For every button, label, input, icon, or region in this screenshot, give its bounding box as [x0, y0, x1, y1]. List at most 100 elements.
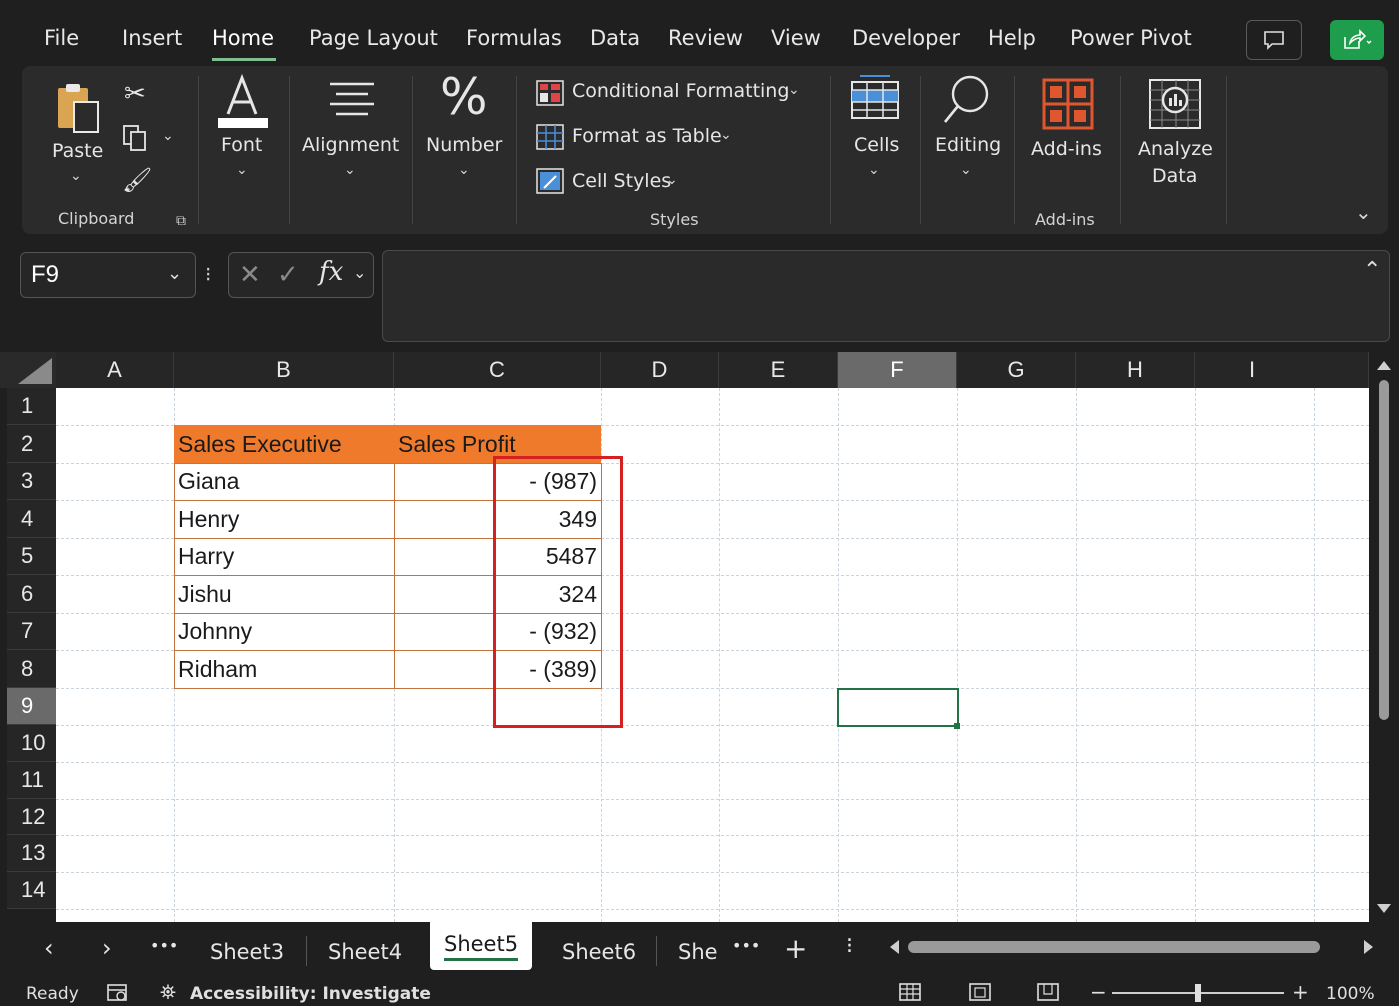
vertical-scrollbar[interactable]	[1369, 352, 1399, 922]
menu-help[interactable]: Help	[988, 26, 1036, 50]
copy-button[interactable]	[122, 124, 148, 157]
tab-sheet5[interactable]: Sheet5	[430, 922, 533, 970]
addins-button[interactable]	[1042, 78, 1094, 135]
chevron-down-icon[interactable]: ⌄	[868, 162, 880, 178]
row-header-9[interactable]: 9	[7, 688, 56, 725]
selected-cell-f9[interactable]	[837, 688, 959, 727]
cancel-icon[interactable]: ✕	[239, 259, 261, 290]
row-header-5[interactable]: 5	[7, 538, 56, 575]
accessibility-status[interactable]: Accessibility: Investigate	[190, 984, 431, 1004]
check-icon[interactable]: ✓	[277, 259, 299, 290]
tab-options-icon[interactable]: ⁝	[846, 934, 853, 959]
macro-recording-icon[interactable]	[106, 983, 130, 1006]
menu-insert[interactable]: Insert	[122, 26, 182, 50]
more-options-icon[interactable]: ⁝	[205, 262, 211, 287]
conditional-formatting-icon	[536, 80, 564, 111]
tab-sheet3[interactable]: Sheet3	[210, 940, 284, 964]
alignment-button[interactable]	[326, 80, 378, 125]
column-header-e[interactable]: E	[719, 352, 838, 388]
horizontal-scrollbar[interactable]	[888, 936, 1378, 958]
zoom-slider[interactable]	[1112, 984, 1284, 1002]
column-header-f[interactable]: F	[838, 352, 957, 388]
row-header-4[interactable]: 4	[7, 500, 56, 538]
add-sheet-button[interactable]: +	[784, 932, 807, 965]
column-header-a[interactable]: A	[56, 352, 174, 388]
column-header-b[interactable]: B	[174, 352, 394, 388]
page-layout-view-icon[interactable]	[968, 982, 992, 1006]
page-break-view-icon[interactable]	[1036, 982, 1060, 1006]
chevron-down-icon[interactable]: ⌄	[788, 82, 800, 98]
zoom-in-button[interactable]: +	[1292, 980, 1309, 1004]
chevron-down-icon[interactable]: ⌄	[236, 162, 248, 178]
table-header-sales-executive[interactable]: Sales Executive	[174, 425, 394, 463]
row-header-7[interactable]: 7	[7, 613, 56, 650]
analyze-data-button[interactable]	[1148, 78, 1202, 135]
chevron-down-icon[interactable]: ⌄	[666, 172, 678, 188]
chevron-down-icon[interactable]: ⌄	[720, 127, 732, 143]
column-header-i[interactable]: I	[1195, 352, 1369, 388]
chevron-up-icon[interactable]: ⌃	[1363, 257, 1381, 283]
tab-prev-icon[interactable]: ‹	[44, 934, 54, 962]
select-all-corner[interactable]	[0, 352, 56, 388]
tab-sheet-truncated[interactable]: She	[678, 940, 718, 964]
font-button[interactable]	[214, 73, 272, 135]
ribbon-collapse-icon[interactable]: ⌄	[1355, 200, 1372, 224]
row-header-13[interactable]: 13	[7, 835, 56, 872]
chevron-down-icon[interactable]: ⌄	[458, 162, 470, 178]
insert-function-icon[interactable]: fx	[319, 257, 343, 287]
chevron-down-icon[interactable]: ⌄	[353, 263, 366, 283]
row-header-12[interactable]: 12	[7, 799, 56, 835]
comments-button[interactable]	[1246, 20, 1302, 60]
menu-power-pivot[interactable]: Power Pivot	[1070, 26, 1192, 50]
cut-icon[interactable]: ✂	[124, 78, 146, 109]
conditional-formatting-button[interactable]: Conditional Formatting	[572, 80, 789, 102]
more-sheets-icon[interactable]: •••	[732, 936, 760, 955]
row-header-2[interactable]: 2	[7, 425, 56, 463]
menu-developer[interactable]: Developer	[852, 26, 960, 50]
column-header-h[interactable]: H	[1076, 352, 1195, 388]
menu-data[interactable]: Data	[590, 26, 640, 50]
zoom-level[interactable]: 100%	[1326, 984, 1375, 1004]
normal-view-icon[interactable]	[898, 982, 922, 1006]
menu-page-layout[interactable]: Page Layout	[309, 26, 438, 50]
zoom-out-button[interactable]: −	[1090, 980, 1107, 1004]
menu-home[interactable]: Home	[212, 26, 274, 50]
format-painter-icon[interactable]: 🖌	[122, 166, 152, 195]
fill-handle[interactable]	[954, 723, 960, 729]
chevron-down-icon[interactable]: ⌄	[70, 168, 82, 184]
row-header-14[interactable]: 14	[7, 872, 56, 909]
name-box[interactable]: F9 ⌄	[20, 252, 196, 298]
row-header-1[interactable]: 1	[7, 388, 56, 425]
format-as-table-button[interactable]: Format as Table	[572, 125, 722, 147]
cell-area[interactable]: Sales Executive Sales Profit Giana - (98…	[56, 388, 1369, 922]
row-header-11[interactable]: 11	[7, 762, 56, 799]
menu-file[interactable]: File	[44, 26, 79, 50]
more-tabs-icon[interactable]: •••	[150, 936, 178, 955]
formula-input[interactable]: ⌃	[382, 250, 1390, 342]
percent-icon[interactable]: %	[440, 68, 488, 126]
column-header-g[interactable]: G	[957, 352, 1076, 388]
paste-button[interactable]	[52, 80, 106, 141]
chevron-down-icon[interactable]: ⌄	[167, 263, 182, 284]
row-header-10[interactable]: 10	[7, 725, 56, 762]
editing-button[interactable]	[940, 72, 994, 133]
menu-formulas[interactable]: Formulas	[466, 26, 562, 50]
row-header-6[interactable]: 6	[7, 575, 56, 613]
row-header-8[interactable]: 8	[7, 650, 56, 688]
tab-sheet4[interactable]: Sheet4	[328, 940, 402, 964]
chevron-down-icon[interactable]: ⌄	[162, 128, 174, 144]
column-header-d[interactable]: D	[601, 352, 719, 388]
chevron-down-icon[interactable]: ⌄	[344, 162, 356, 178]
row-header-3[interactable]: 3	[7, 463, 56, 500]
cells-button[interactable]	[848, 74, 902, 129]
dialog-launcher-icon[interactable]: ⧉	[176, 212, 186, 229]
zoom-slider-thumb[interactable]	[1195, 984, 1201, 1002]
menu-view[interactable]: View	[771, 26, 821, 50]
chevron-down-icon[interactable]: ⌄	[960, 162, 972, 178]
share-button[interactable]	[1330, 20, 1384, 60]
column-header-c[interactable]: C	[394, 352, 601, 388]
tab-next-icon[interactable]: ›	[102, 934, 112, 962]
tab-sheet6[interactable]: Sheet6	[562, 940, 636, 964]
cell-styles-button[interactable]: Cell Styles	[572, 170, 671, 192]
menu-review[interactable]: Review	[668, 26, 743, 50]
